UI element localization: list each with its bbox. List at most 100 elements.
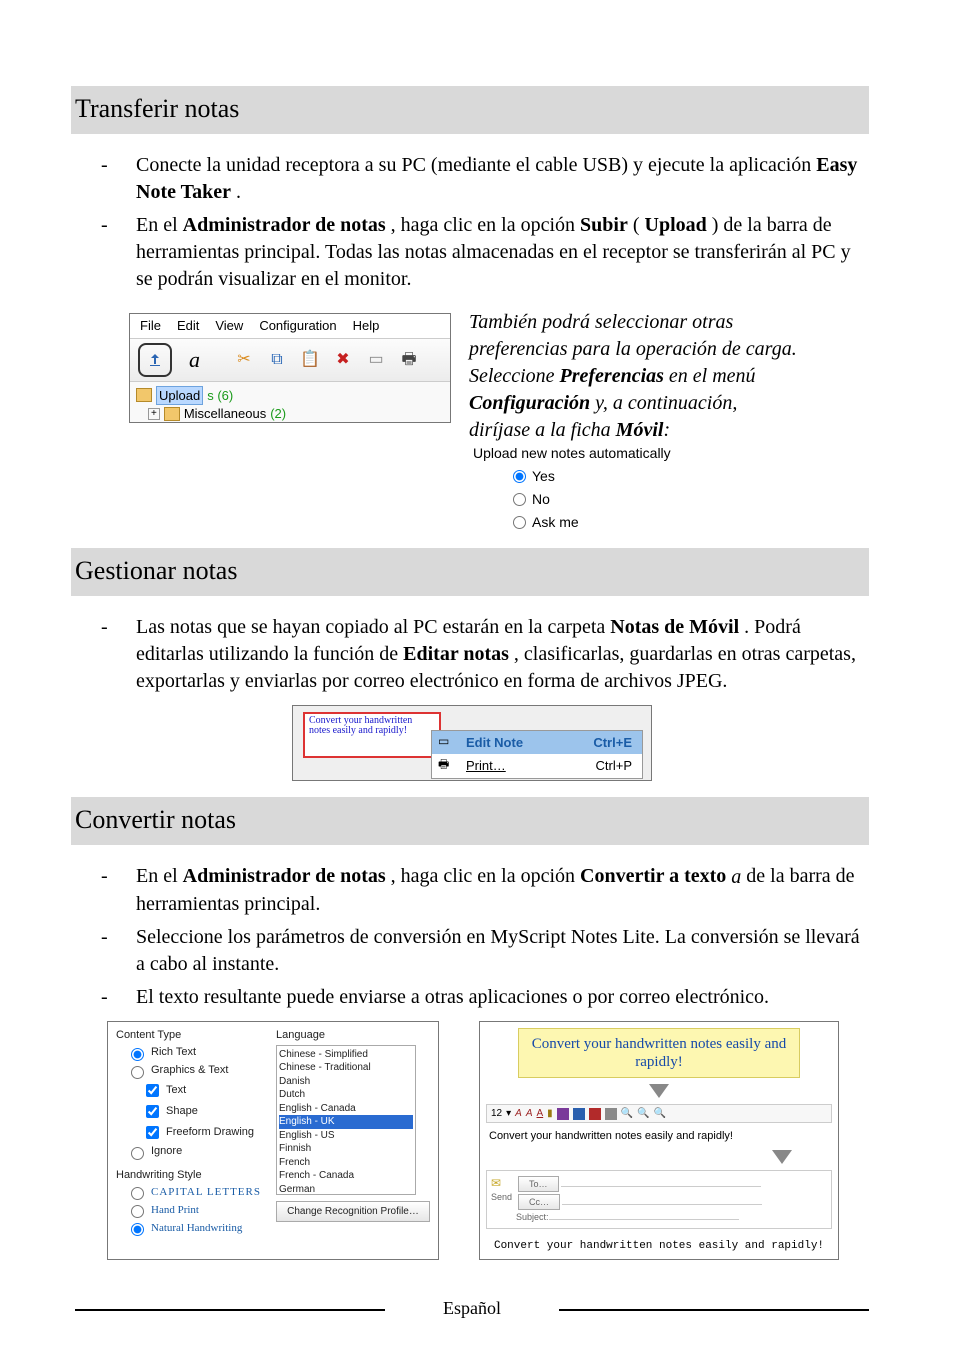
menu-print[interactable]: 🖶 Print… Ctrl+P: [432, 754, 642, 778]
heading-transfer: Transferir notas: [71, 86, 869, 134]
bold-italic: Preferencias: [560, 365, 664, 387]
opt-shape[interactable]: Shape: [142, 1102, 270, 1121]
language-option[interactable]: Finnish: [279, 1142, 413, 1156]
arrow-down-icon: [649, 1084, 669, 1098]
paste-icon[interactable]: 📋: [300, 350, 320, 370]
text: .: [236, 181, 241, 203]
language-option[interactable]: French: [279, 1156, 413, 1170]
checkbox-input[interactable]: [146, 1105, 159, 1118]
language-listbox[interactable]: Chinese - SimplifiedChinese - Traditiona…: [276, 1045, 416, 1195]
subject-label: Subject:: [516, 1212, 549, 1222]
change-profile-button[interactable]: Change Recognition Profile…: [276, 1201, 430, 1223]
menu-edit-note[interactable]: ▭ Edit Note Ctrl+E: [432, 731, 642, 755]
language-option[interactable]: English - US: [279, 1129, 413, 1143]
radio-label: Yes: [532, 467, 555, 486]
settings-right-col: Language Chinese - SimplifiedChinese - T…: [276, 1028, 430, 1250]
opt-hand-print[interactable]: Hand Print: [126, 1202, 270, 1218]
menu-view[interactable]: View: [215, 317, 243, 335]
language-option[interactable]: Chinese - Traditional: [279, 1061, 413, 1075]
opt-capital-letters[interactable]: CAPITAL LETTERS: [126, 1184, 270, 1200]
menu-help[interactable]: Help: [353, 317, 380, 335]
expand-icon[interactable]: +: [148, 408, 160, 420]
text: Las notas que se hayan copiado al PC est…: [136, 616, 610, 638]
context-menu: ▭ Edit Note Ctrl+E 🖶 Print… Ctrl+P: [431, 730, 643, 779]
convert-list: En el Administrador de notas , haga clic…: [101, 863, 869, 1011]
checkbox-input[interactable]: [146, 1084, 159, 1097]
label: Send: [491, 1191, 512, 1203]
zoom-fit-icon[interactable]: 🔍: [637, 1107, 649, 1121]
label: Rich Text: [151, 1045, 196, 1060]
opt-freeform[interactable]: Freeform Drawing: [142, 1123, 270, 1142]
language-option[interactable]: English - UK: [279, 1115, 413, 1129]
opt-rich-text[interactable]: Rich Text: [126, 1045, 270, 1061]
editor-toolbar: 12 ▾ A A A ▮ 🔍 🔍 🔍: [486, 1104, 832, 1124]
opt-graphics-text[interactable]: Graphics & Text: [126, 1063, 270, 1079]
figure-myscript-settings: Content Type Rich Text Graphics & Text T…: [107, 1021, 439, 1261]
opt-ignore[interactable]: Ignore: [126, 1144, 270, 1160]
font-icon[interactable]: A: [526, 1107, 533, 1121]
text: En el: [136, 214, 183, 236]
opt-text[interactable]: Text: [142, 1081, 270, 1100]
bold: Administrador de notas: [183, 865, 386, 887]
checkbox-input[interactable]: [146, 1126, 159, 1139]
color-swatch[interactable]: [605, 1108, 617, 1120]
radio-input[interactable]: [131, 1147, 144, 1160]
heading-convert: Convertir notas: [71, 797, 869, 845]
color-swatch[interactable]: [589, 1108, 601, 1120]
menu-edit[interactable]: Edit: [177, 317, 199, 335]
color-swatch[interactable]: [557, 1108, 569, 1120]
group-title: Language: [276, 1028, 430, 1043]
arrow-down-icon: [772, 1150, 792, 1164]
radio-input[interactable]: [131, 1048, 144, 1061]
language-option[interactable]: German: [279, 1183, 413, 1195]
menu-config[interactable]: Configuration: [259, 317, 336, 335]
convert-bullet-2: Seleccione los parámetros de conversión …: [101, 924, 869, 978]
font-size-value[interactable]: 12: [491, 1107, 502, 1121]
tree-misc[interactable]: + Miscellaneous (2): [148, 405, 444, 423]
dropdown-icon[interactable]: ▾: [506, 1107, 511, 1121]
upload-icon[interactable]: [138, 343, 172, 377]
radio-input[interactable]: [131, 1205, 144, 1218]
delete-icon[interactable]: ✖: [333, 350, 353, 370]
copy-icon[interactable]: ⧉: [267, 350, 287, 370]
print-icon[interactable]: 🖶: [399, 350, 419, 370]
radio-input[interactable]: [131, 1187, 144, 1200]
radio-input[interactable]: [131, 1223, 144, 1236]
bold: Upload: [645, 214, 707, 236]
radio-yes[interactable]: Yes: [513, 467, 769, 486]
print-icon: 🖶: [438, 756, 449, 772]
language-option[interactable]: English - Canada: [279, 1102, 413, 1116]
email-compose: ✉ Send To… Cc… Subject:: [486, 1170, 832, 1228]
cc-button[interactable]: Cc…: [518, 1194, 560, 1210]
menu-file[interactable]: File: [140, 317, 161, 335]
zoom-in-icon[interactable]: 🔍: [621, 1107, 633, 1121]
zoom-out-icon[interactable]: 🔍: [654, 1107, 666, 1121]
font-icon[interactable]: A: [515, 1107, 522, 1121]
cut-icon[interactable]: ✂: [234, 350, 254, 370]
text: :: [663, 419, 670, 441]
language-option[interactable]: Danish: [279, 1075, 413, 1089]
convert-text-icon[interactable]: a: [189, 345, 200, 375]
language-option[interactable]: Dutch: [279, 1088, 413, 1102]
send-button[interactable]: ✉ Send: [491, 1175, 512, 1223]
toolbar: a ✂ ⧉ 📋 ✖ ▭ 🖶: [130, 339, 450, 382]
tree-upload[interactable]: Upload s (6): [136, 386, 444, 406]
select-icon[interactable]: ▭: [366, 350, 386, 370]
radio-input[interactable]: [513, 516, 526, 529]
language-option[interactable]: Chinese - Simplified: [279, 1048, 413, 1062]
radio-no[interactable]: No: [513, 490, 769, 509]
to-button[interactable]: To…: [518, 1176, 559, 1192]
bold: Notas de Móvil: [610, 616, 739, 638]
transfer-side-note: También podrá seleccionar otras preferen…: [469, 309, 799, 532]
color-swatch[interactable]: [573, 1108, 585, 1120]
radio-input[interactable]: [513, 493, 526, 506]
radio-input[interactable]: [513, 470, 526, 483]
folder-icon: [164, 407, 180, 421]
highlight-icon[interactable]: ▮: [547, 1107, 553, 1121]
radio-input[interactable]: [131, 1066, 144, 1079]
text: (: [633, 214, 640, 236]
radio-ask[interactable]: Ask me: [513, 513, 769, 532]
font-icon[interactable]: A: [537, 1107, 544, 1121]
language-option[interactable]: French - Canada: [279, 1169, 413, 1183]
opt-natural-handwriting[interactable]: Natural Handwriting: [126, 1220, 270, 1236]
